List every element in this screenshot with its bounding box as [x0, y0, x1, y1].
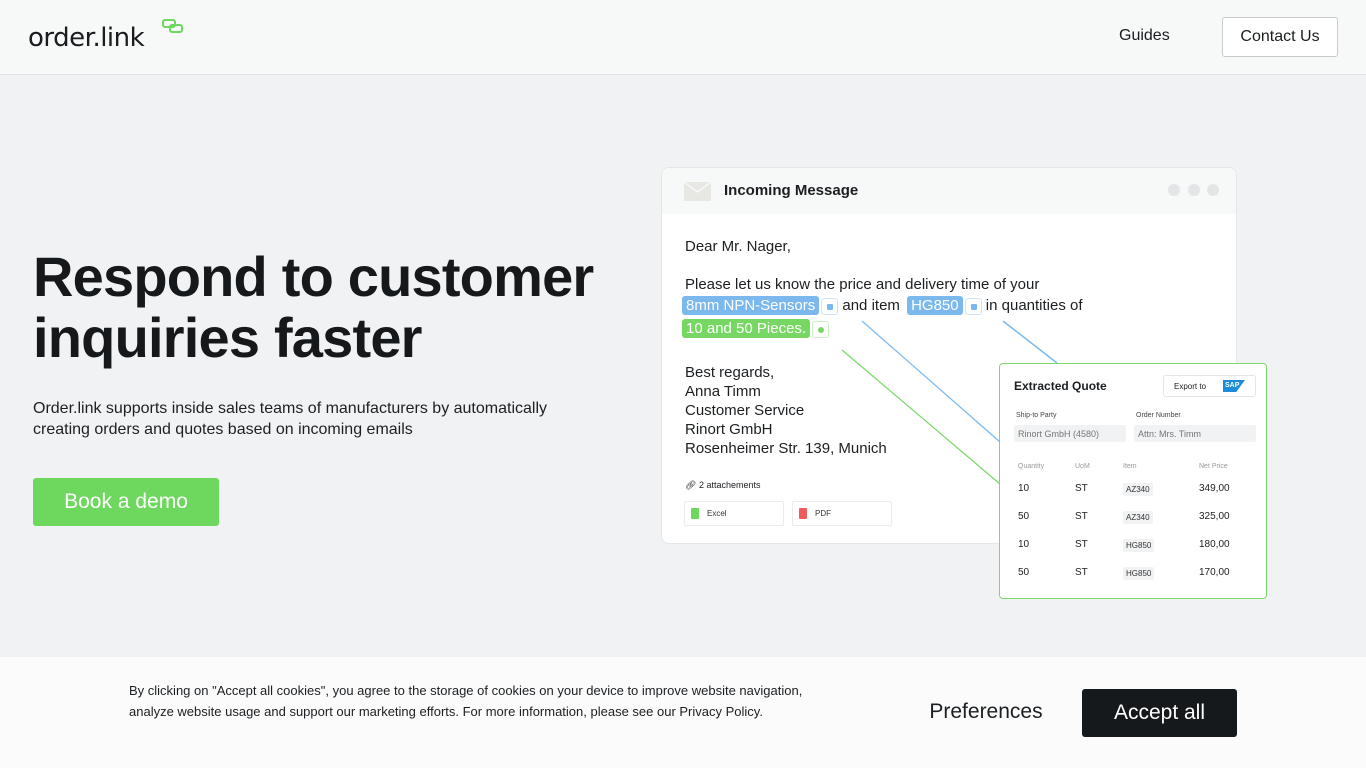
ship-to-label: Ship-to Party [1016, 412, 1057, 419]
ship-to-field[interactable] [1014, 425, 1126, 442]
window-dot [1188, 184, 1200, 196]
quote-title: Extracted Quote [1014, 379, 1107, 393]
excel-file-icon [691, 508, 699, 519]
highlight-marker-icon [812, 320, 830, 338]
signature-role: Customer Service [685, 402, 805, 419]
accept-all-button[interactable]: Accept all [1082, 689, 1237, 737]
extracted-quote-panel: Extracted Quote Export to SAP Ship-to Pa… [999, 363, 1267, 599]
hero-subtitle: Order.link supports inside sales teams o… [33, 400, 548, 438]
item-tag: HG850 [1123, 567, 1155, 580]
logo-link-icon [162, 19, 183, 33]
item-tag: AZ340 [1123, 511, 1153, 524]
card-title: Incoming Message [724, 182, 859, 199]
cookie-text: By clicking on "Accept all cookies", you… [129, 683, 803, 719]
mail-text-fragment: in quantities of [985, 297, 1083, 314]
product-highlight[interactable]: 8mm NPN-Sensors [682, 296, 820, 315]
contact-us-button[interactable]: Contact Us [1222, 17, 1338, 57]
paperclip-icon: 🔗︎ [685, 480, 697, 490]
preferences-button[interactable]: Preferences [918, 689, 1054, 735]
column-header: Net Price [1199, 463, 1228, 470]
item-tag: HG850 [1123, 539, 1155, 552]
mail-line: Please let us know the price and deliver… [685, 276, 1040, 293]
pdf-file-icon [799, 508, 807, 519]
signature-address: Rosenheimer Str. 139, Munich [685, 440, 887, 457]
quantity-highlight[interactable]: 10 and 50 Pieces. [682, 319, 811, 338]
envelope-icon [684, 182, 711, 201]
signature-name: Anna Timm [685, 383, 761, 400]
attachment-excel[interactable]: Excel [684, 501, 784, 526]
highlight-marker-icon [821, 297, 839, 315]
book-demo-button[interactable]: Book a demo [33, 478, 219, 526]
column-header: Quantity [1018, 463, 1045, 470]
highlight-marker-icon [964, 297, 982, 315]
item-tag: AZ340 [1123, 483, 1153, 496]
window-dot [1168, 184, 1180, 196]
item-highlight[interactable]: HG850 [907, 296, 963, 315]
attachment-pdf[interactable]: PDF [792, 501, 892, 526]
mail-line-highlights: 8mm NPN-Sensors and item HG850 in quanti… [682, 296, 1083, 315]
mail-text-fragment: and item [842, 297, 900, 314]
cookie-banner: By clicking on "Accept all cookies", you… [0, 657, 1366, 768]
mail-closing: Best regards, [685, 364, 775, 381]
column-header: UoM [1075, 463, 1090, 470]
order-number-field[interactable] [1134, 425, 1256, 442]
signature-company: Rinort GmbH [685, 421, 773, 438]
column-header: Item [1123, 463, 1137, 470]
site-header: order.link Guides Contact Us [0, 0, 1366, 75]
hero-title: Respond to customer inquiries faster [33, 245, 594, 369]
mail-greeting: Dear Mr. Nager, [685, 238, 791, 255]
sap-logo: SAP [1223, 380, 1245, 392]
logo[interactable]: order.link [28, 19, 183, 56]
card-header: Incoming Message [662, 168, 1236, 214]
export-to-sap-button[interactable]: Export to SAP [1163, 375, 1256, 397]
nav-guides-link[interactable]: Guides [1119, 25, 1170, 47]
attachments-label: 🔗︎ 2 attachements [685, 480, 761, 490]
order-number-label: Order Number [1136, 412, 1181, 419]
logo-text: order.link [28, 23, 145, 53]
window-dot [1207, 184, 1219, 196]
mail-line-quantity: 10 and 50 Pieces. [682, 319, 830, 338]
